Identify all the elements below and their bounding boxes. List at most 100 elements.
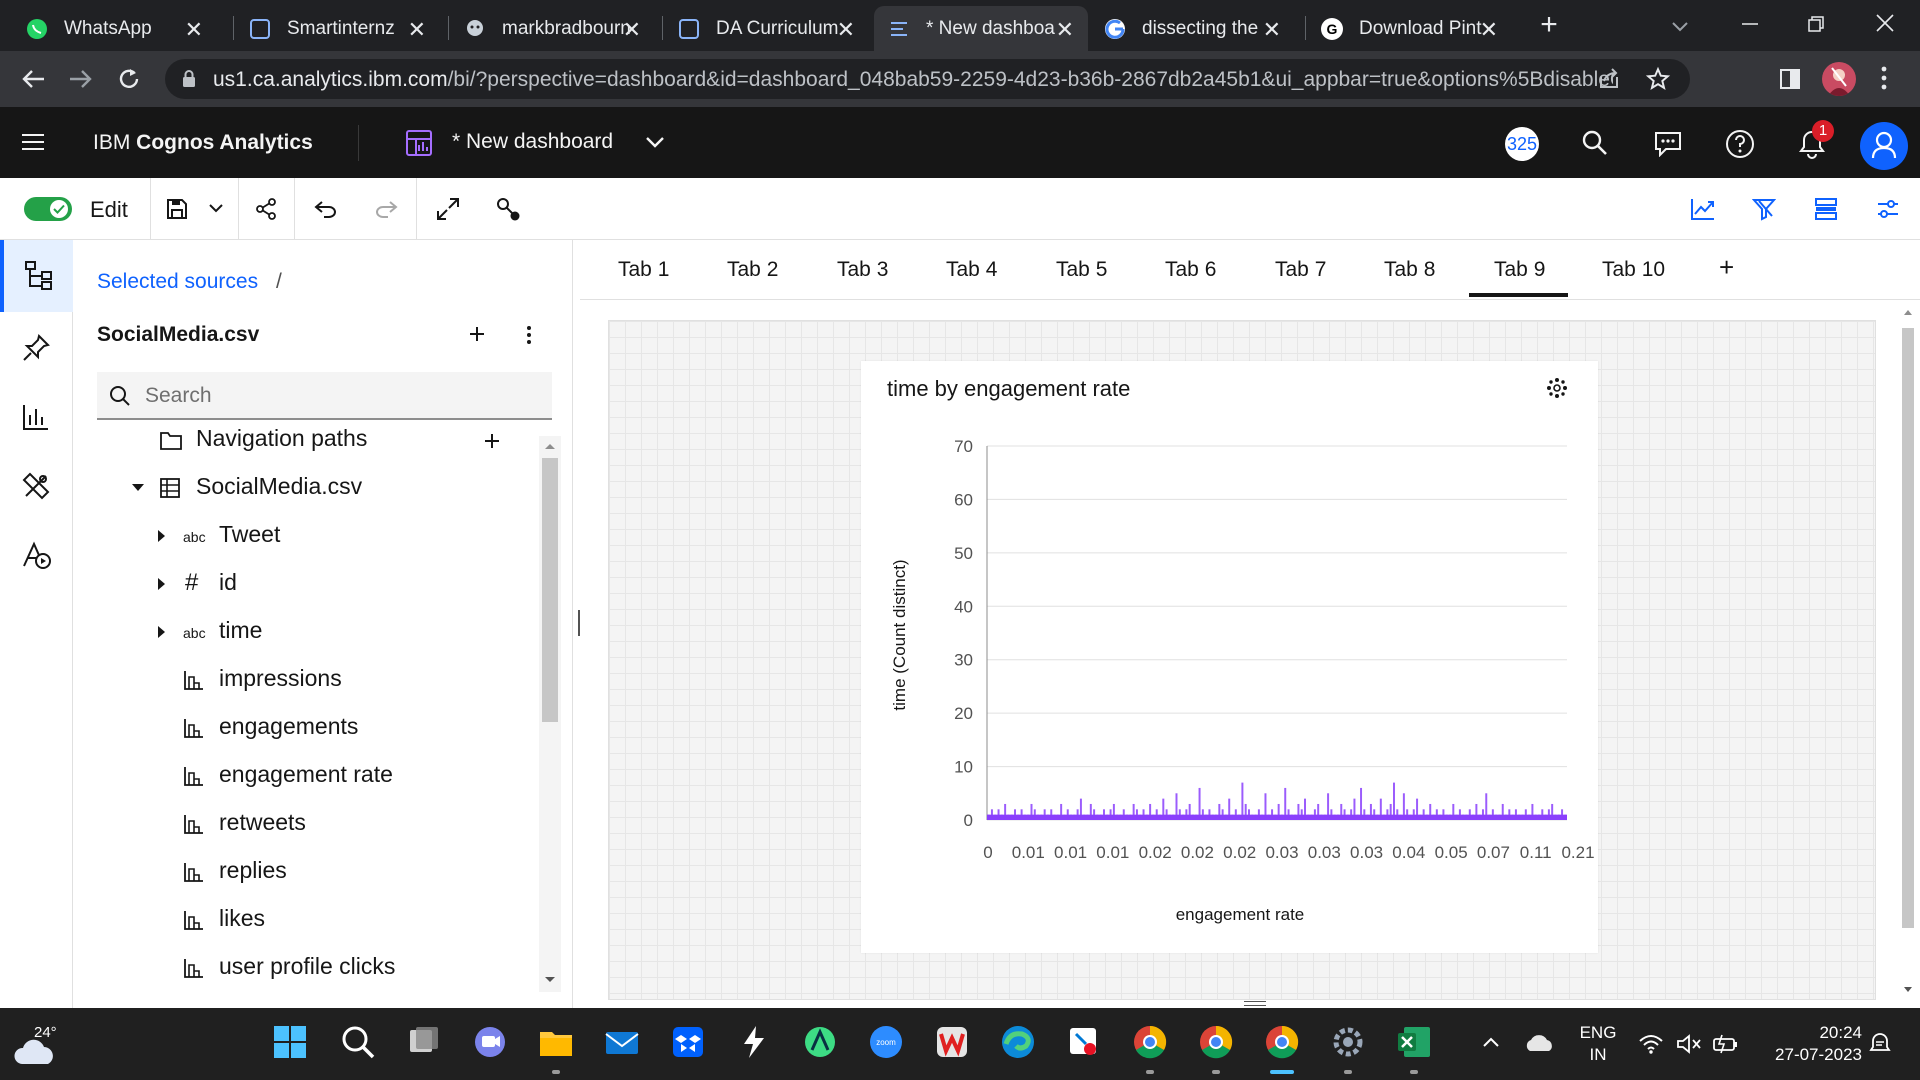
tree-item[interactable]: engagements xyxy=(73,709,533,749)
search-field[interactable]: Search xyxy=(97,372,552,420)
browser-menu-icon[interactable] xyxy=(1880,65,1888,91)
dashboard-tab[interactable]: Tab 1 xyxy=(618,258,669,282)
edge-icon[interactable] xyxy=(1000,1024,1036,1060)
dropbox-icon[interactable] xyxy=(670,1024,706,1060)
tree-item[interactable]: likes xyxy=(73,901,533,941)
settings-sliders-icon[interactable] xyxy=(1876,197,1900,221)
search-icon[interactable] xyxy=(340,1024,376,1060)
rail-assistant-icon[interactable] xyxy=(22,540,52,570)
browser-tab[interactable]: dissecting the ✕ xyxy=(1090,6,1295,51)
share-link-icon[interactable] xyxy=(254,197,278,221)
tab-search-icon[interactable] xyxy=(1668,14,1692,38)
notification-center-icon[interactable] xyxy=(1868,1032,1892,1056)
undo-icon[interactable] xyxy=(314,200,338,218)
wps-office-icon[interactable] xyxy=(934,1024,970,1060)
chrome-icon[interactable] xyxy=(1198,1024,1234,1060)
share-icon[interactable] xyxy=(1597,67,1621,91)
wifi-icon[interactable] xyxy=(1638,1034,1664,1054)
new-tab-button[interactable]: + xyxy=(1532,10,1566,44)
dashboard-tab[interactable]: Tab 8 xyxy=(1384,258,1435,282)
tree-scrollbar[interactable] xyxy=(539,436,561,992)
onedrive-cloud-icon[interactable] xyxy=(1524,1034,1554,1052)
rail-visualizations-icon[interactable] xyxy=(22,403,50,431)
back-icon[interactable] xyxy=(20,67,46,91)
tree-item[interactable]: retweets xyxy=(73,805,533,845)
clock[interactable]: 20:24 27-07-2023 xyxy=(1752,1022,1862,1066)
close-tab-icon[interactable]: ✕ xyxy=(185,17,203,43)
dashboard-tab[interactable]: Tab 4 xyxy=(946,258,997,282)
chat-icon[interactable] xyxy=(1654,131,1682,157)
chrome-profile-icon[interactable] xyxy=(1132,1024,1168,1060)
user-avatar-button[interactable] xyxy=(1860,122,1908,170)
properties-panel-icon[interactable] xyxy=(1814,197,1838,221)
canvas-scrollbar[interactable] xyxy=(1898,308,1918,998)
mail-icon[interactable] xyxy=(604,1024,640,1060)
browser-tab[interactable]: Smartinternz ✕ xyxy=(235,6,440,51)
volume-muted-icon[interactable] xyxy=(1676,1033,1702,1055)
rail-widgets-icon[interactable] xyxy=(22,472,50,500)
breadcrumb-link[interactable]: Selected sources xyxy=(97,270,258,293)
dashboard-tab[interactable]: Tab 6 xyxy=(1165,258,1216,282)
source-overflow-menu-icon[interactable] xyxy=(526,325,532,345)
minimize-icon[interactable] xyxy=(1738,12,1762,36)
help-icon[interactable] xyxy=(1725,129,1755,159)
tree-scrollbar-thumb[interactable] xyxy=(542,458,558,722)
tree-item[interactable]: abc time xyxy=(73,613,533,653)
tree-item[interactable]: Navigation paths xyxy=(73,421,533,461)
start-icon[interactable] xyxy=(272,1024,308,1060)
settings-gear-icon[interactable] xyxy=(1330,1024,1366,1060)
expand-caret-icon[interactable] xyxy=(157,625,167,639)
browser-tab[interactable]: WhatsApp ✕ xyxy=(12,6,217,51)
battery-icon[interactable] xyxy=(1712,1034,1740,1054)
rail-sources-button[interactable] xyxy=(0,240,73,312)
expand-caret-icon[interactable] xyxy=(157,529,167,543)
expand-caret-icon[interactable] xyxy=(157,577,167,591)
zoom-icon[interactable]: zoom xyxy=(868,1024,904,1060)
close-tab-icon[interactable]: ✕ xyxy=(1263,17,1281,43)
dashboard-tab[interactable]: Tab 2 xyxy=(727,258,778,282)
rail-pin-icon[interactable] xyxy=(22,334,50,362)
dashboard-tab[interactable]: Tab 5 xyxy=(1056,258,1107,282)
add-navigation-path-button[interactable] xyxy=(484,433,500,449)
browser-tab[interactable]: markbradbourn ✕ xyxy=(450,6,655,51)
close-tab-icon[interactable]: ✕ xyxy=(837,17,855,43)
tree-item[interactable]: user profile clicks xyxy=(73,949,533,989)
close-tab-icon[interactable]: ✕ xyxy=(1056,17,1074,43)
tree-item[interactable]: impressions xyxy=(73,661,533,701)
canvas-scrollbar-thumb[interactable] xyxy=(1902,328,1914,928)
save-icon[interactable] xyxy=(166,198,188,220)
close-window-icon[interactable] xyxy=(1872,10,1898,36)
filter-panel-icon[interactable] xyxy=(1752,197,1776,221)
excel-icon[interactable] xyxy=(1396,1024,1432,1060)
add-source-button[interactable] xyxy=(469,326,485,342)
weather-widget[interactable]: 24° xyxy=(14,1022,74,1068)
edit-toggle[interactable] xyxy=(24,197,72,221)
tree-item[interactable]: abc Tweet xyxy=(73,517,533,557)
visualizations-panel-icon[interactable] xyxy=(1690,197,1716,221)
browser-tab[interactable]: * New dashboa ✕ xyxy=(874,6,1088,51)
dashboard-tab[interactable]: Tab 10 xyxy=(1602,258,1665,282)
snipping-tool-icon[interactable] xyxy=(1066,1024,1102,1060)
counter-badge[interactable]: 325 xyxy=(1505,127,1539,161)
reload-icon[interactable] xyxy=(116,66,142,92)
dashboard-tab[interactable]: Tab 3 xyxy=(837,258,888,282)
task-view-icon[interactable] xyxy=(406,1024,442,1060)
redo-icon[interactable] xyxy=(374,200,398,218)
tree-item[interactable]: engagement rate xyxy=(73,757,533,797)
android-studio-icon[interactable] xyxy=(802,1024,838,1060)
dashboard-menu-chevron-icon[interactable] xyxy=(644,134,666,150)
add-tab-button[interactable]: + xyxy=(1719,252,1734,283)
save-dropdown-chevron-icon[interactable] xyxy=(208,202,224,214)
bottom-panel-handle[interactable] xyxy=(1244,1001,1266,1006)
fullscreen-icon[interactable] xyxy=(436,197,460,221)
file-explorer-icon[interactable] xyxy=(538,1024,574,1060)
restore-icon[interactable] xyxy=(1804,12,1828,36)
search-icon[interactable] xyxy=(1582,130,1608,156)
side-panel-icon[interactable] xyxy=(1778,67,1802,91)
tree-item[interactable]: SocialMedia.csv xyxy=(73,469,533,509)
bookmark-star-icon[interactable] xyxy=(1645,66,1671,92)
browser-tab[interactable]: DA Curriculum ✕ xyxy=(664,6,869,51)
dashboard-tab[interactable]: Tab 7 xyxy=(1275,258,1326,282)
profile-avatar[interactable] xyxy=(1822,62,1856,96)
teams-chat-icon[interactable] xyxy=(472,1024,508,1060)
